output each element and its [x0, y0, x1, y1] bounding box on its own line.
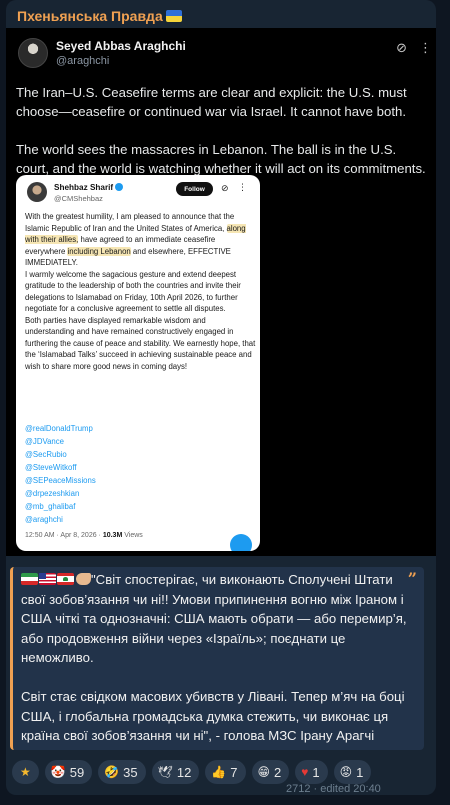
quoted-tweet-meta: 12:50 AM · Apr 8, 2026 · 10.3M Views	[25, 532, 143, 539]
reaction-angry[interactable]: 😡 1	[333, 760, 372, 784]
iran-flag-icon	[21, 573, 38, 585]
tweet-screenshot[interactable]: Seyed Abbas Araghchi @araghchi ⊘ ⋮ The I…	[6, 28, 436, 556]
grok-icon: ⊘	[221, 183, 229, 193]
mention-link: @drpezeshkian	[25, 489, 80, 498]
ukraine-flag-icon	[165, 10, 182, 22]
mention-link: @realDonaldTrump	[25, 424, 93, 433]
clown-icon: 🤡	[50, 765, 66, 779]
tweet-paragraph: The Iran–U.S. Ceasefire terms are clear …	[16, 85, 407, 119]
mention-link: @araghchi	[25, 515, 63, 524]
quoted-tweet-text: With the greatest humility, I am pleased…	[25, 212, 256, 371]
writing-hand-icon	[76, 573, 91, 585]
angry-icon: 😡	[339, 765, 353, 779]
tweet-paragraph: The world sees the massacres in Lebanon.…	[16, 142, 426, 176]
tweet-text: The Iran–U.S. Ceasefire terms are clear …	[16, 83, 426, 178]
heart-icon: ♥	[301, 765, 309, 779]
usa-flag-icon	[39, 573, 56, 585]
channel-name[interactable]: Пхеньянська Правда	[17, 8, 182, 24]
reaction-star[interactable]: ★	[12, 760, 39, 784]
views-and-time: 2712 · edited 20:40	[286, 783, 381, 795]
author-handle: @araghchi	[56, 55, 110, 67]
quoted-author-handle: @CMShehbaz	[54, 194, 103, 203]
highlight: including Lebanon	[67, 246, 131, 256]
verified-badge-icon	[115, 183, 124, 191]
more-icon: ⋮	[419, 40, 432, 55]
follow-button: Follow	[176, 182, 213, 196]
mention-link: @JDVance	[25, 437, 64, 446]
quote-mark-icon: ”	[407, 569, 417, 588]
footer-strip	[0, 795, 450, 805]
star-icon: ★	[20, 765, 31, 779]
mention-list: @realDonaldTrump @JDVance @SecRubio @Ste…	[25, 422, 96, 526]
author-name: Seyed Abbas Araghchi	[56, 39, 186, 53]
reaction-rofl[interactable]: 🤣 35	[98, 760, 146, 784]
caption-text: "Світ спостерігає, чи виконають Сполучен…	[21, 572, 407, 743]
reaction-clown[interactable]: 🤡 59	[44, 760, 93, 784]
reaction-dove[interactable]: 🕊 12	[151, 760, 200, 784]
reaction-grin[interactable]: 😁 2	[251, 760, 290, 784]
author-avatar	[18, 38, 48, 68]
mention-link: @SteveWitkoff	[25, 463, 77, 472]
reaction-heart[interactable]: ♥ 1	[295, 760, 328, 784]
reaction-thumbs-up[interactable]: 👍 7	[205, 760, 246, 784]
quoted-author-avatar	[27, 182, 47, 202]
quoted-tweet-image: Shehbaz Sharif @CMShehbaz Follow ⊘ ⋮ Wit…	[16, 175, 260, 551]
lebanon-flag-icon	[57, 573, 74, 585]
dove-icon: 🕊	[157, 765, 173, 779]
grok-icon: ⊘	[396, 40, 407, 55]
mention-link: @mb_ghalibaf	[25, 502, 76, 511]
mention-link: @SecRubio	[25, 450, 67, 459]
reactions-bar: ★ 🤡 59 🤣 35 🕊 12 👍 7 😁 2 ♥ 1 😡 1	[12, 760, 372, 784]
compose-fab-icon	[230, 534, 252, 551]
mention-link: @SEPeaceMissions	[25, 476, 96, 485]
rofl-icon: 🤣	[104, 765, 120, 779]
quoted-author-name: Shehbaz Sharif	[54, 183, 124, 192]
grin-icon: 😁	[257, 765, 271, 779]
caption-quote: ” "Світ спостерігає, чи виконають Сполуч…	[10, 567, 424, 750]
thumbs-up-icon: 👍	[211, 765, 227, 779]
more-icon: ⋮	[238, 182, 247, 192]
